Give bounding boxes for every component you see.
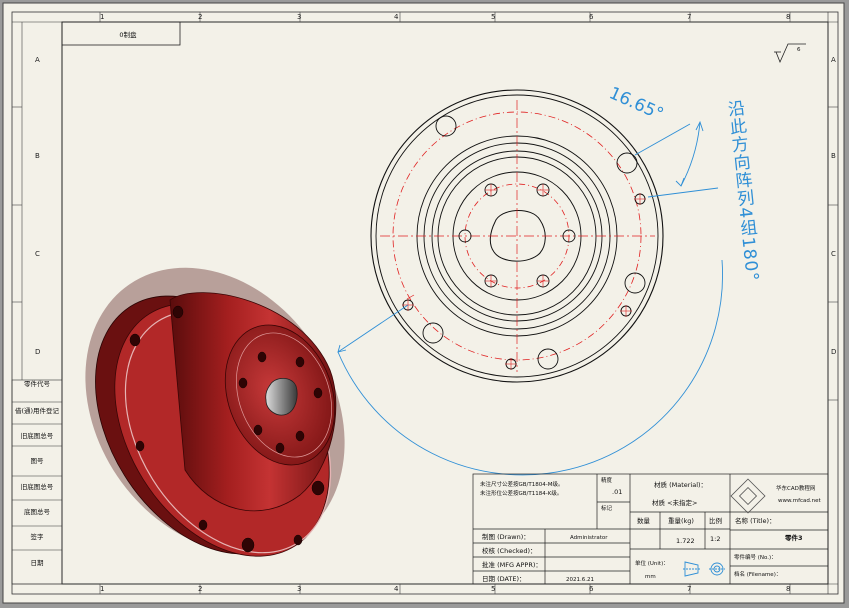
- weight-value: 1.722: [676, 537, 695, 545]
- zone-label: B: [831, 152, 836, 160]
- company-url: www.mfcad.net: [778, 498, 822, 504]
- zone-label: C: [831, 250, 836, 258]
- tolerance-note-1: 未注尺寸公差按GB/T1804-M级。: [480, 480, 563, 488]
- zone-label: D: [35, 348, 40, 356]
- scale-label: 比例: [709, 516, 722, 525]
- drawn-label: 制图 (Drawn)：: [482, 532, 530, 541]
- checked-label: 校核 (Checked)：: [482, 546, 537, 555]
- mark-label: 标记: [601, 504, 613, 512]
- precision-value: .01: [612, 488, 622, 496]
- drawn-value: Administrator: [570, 535, 608, 541]
- register-item: 图号: [31, 457, 45, 465]
- register-item: 底图总号: [24, 507, 51, 516]
- material-value: 材质 <未指定>: [652, 498, 697, 507]
- zone-label: 7: [687, 585, 691, 593]
- zone-label: B: [35, 152, 40, 160]
- zone-label: 4: [394, 585, 399, 593]
- file-label: 档名 (Filename)：: [734, 570, 781, 578]
- date-label: 日期 (DATE)：: [482, 575, 526, 583]
- drawing-sheet: 1 2 3 4 5 6 7 8 1 2 3 4 5 6 7 8 A B C D …: [2, 2, 845, 604]
- zone-label: 7: [687, 13, 691, 21]
- scale-value: 1:2: [710, 535, 720, 543]
- weight-label: 重量(kg): [668, 517, 694, 525]
- precision-label: 精度: [601, 476, 613, 484]
- zone-label: 2: [198, 13, 202, 21]
- zone-label: 1: [100, 585, 104, 593]
- zone-label: C: [35, 250, 40, 258]
- register-item: 零件代号: [24, 379, 51, 388]
- register-item: 旧底图总号: [21, 482, 54, 491]
- zone-label: 2: [198, 585, 202, 593]
- unit-value: mm: [645, 574, 656, 580]
- approved-label: 批准 (MFG APPR)：: [482, 560, 542, 569]
- material-label: 材质 (Material)：: [654, 480, 707, 489]
- name-label: 名称 (Title)：: [735, 516, 776, 525]
- surface-finish-value: 6: [797, 47, 801, 53]
- zone-label: 5: [491, 13, 495, 21]
- zone-label: 3: [297, 585, 301, 593]
- zone-label: 3: [297, 13, 301, 21]
- zone-label: 8: [786, 13, 790, 21]
- tolerance-note-2: 未注形位公差按GB/T1184-K级。: [480, 489, 562, 497]
- zone-label: 8: [786, 585, 790, 593]
- zone-label: 4: [394, 13, 399, 21]
- company-name: 华东CAD教程网: [776, 484, 816, 492]
- header-box-label: 0制盘: [119, 30, 137, 39]
- zone-label: 6: [589, 13, 594, 21]
- register-item: 借(通)用件登记: [15, 406, 60, 415]
- zone-label: A: [35, 56, 40, 64]
- register-item: 日期: [31, 559, 45, 567]
- quantity-label: 数量: [637, 516, 651, 525]
- name-value: 零件3: [784, 533, 803, 542]
- part-no-label: 零件编号 (No.)：: [734, 553, 777, 561]
- unit-label: 单位 (Unit)：: [635, 559, 669, 567]
- zone-label: 6: [589, 585, 594, 593]
- zone-label: A: [831, 56, 836, 64]
- zone-label: 1: [100, 13, 104, 21]
- register-item: 签字: [31, 532, 45, 541]
- register-item: 旧底图总号: [21, 431, 54, 440]
- zone-label: D: [831, 348, 836, 356]
- zone-label: 5: [491, 585, 495, 593]
- date-value: 2021.6.21: [566, 577, 594, 583]
